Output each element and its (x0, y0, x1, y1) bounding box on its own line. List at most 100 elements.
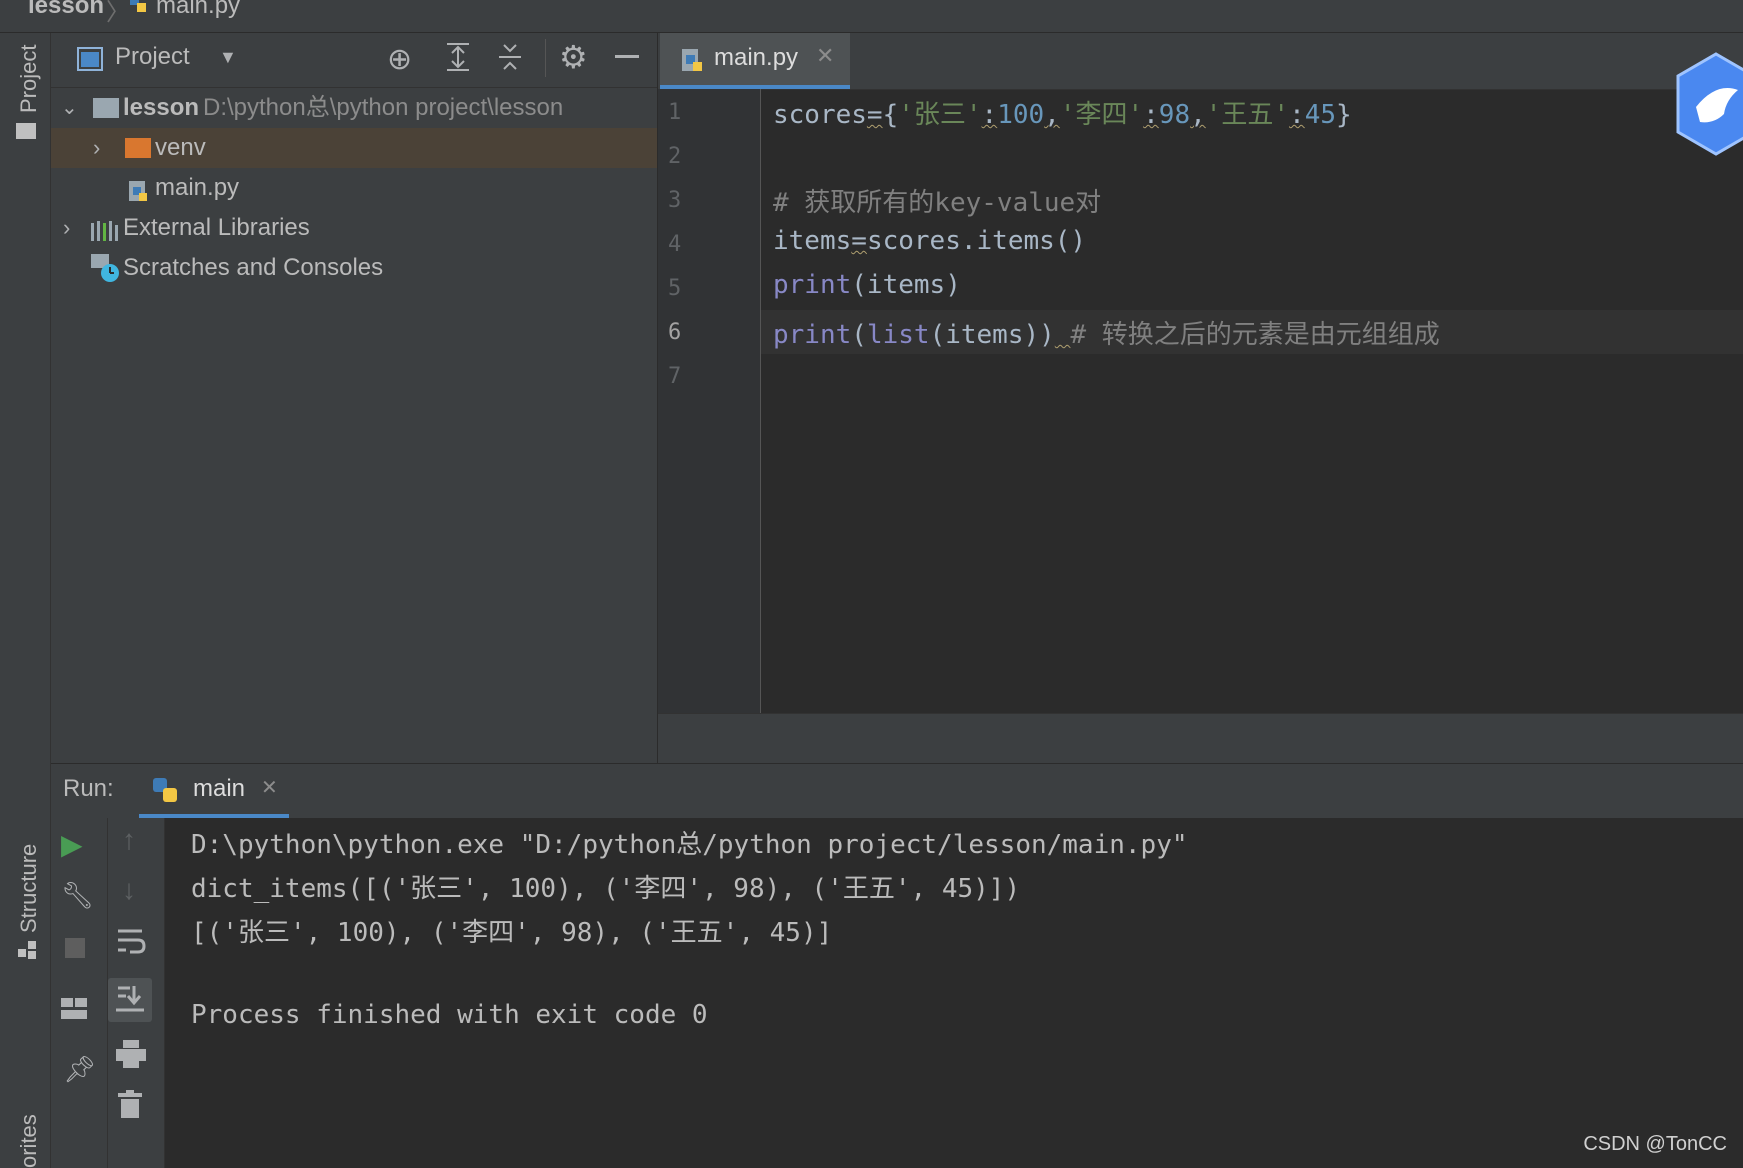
soft-wrap-icon[interactable] (116, 926, 146, 956)
run-tab-label[interactable]: main (193, 775, 245, 803)
watermark: CSDN @TonCC (1583, 1133, 1727, 1155)
tree-item-label: Scratches and Consoles (123, 254, 384, 281)
code-punct: : (981, 100, 998, 130)
code-identifier: scores (773, 100, 867, 130)
editor-tab-main-py[interactable]: main.py ✕ (660, 33, 850, 89)
python-icon (151, 776, 179, 804)
close-icon[interactable]: ✕ (816, 43, 834, 69)
rerun-icon[interactable]: ▶ (61, 828, 101, 868)
gear-icon[interactable]: ⚙ (559, 38, 588, 76)
code-builtin: print (773, 320, 852, 350)
code-string: '王五' (1205, 100, 1290, 130)
project-panel-header: Project ▼ ⊕ ⚙ (51, 33, 657, 88)
trash-icon[interactable] (118, 1090, 142, 1118)
chevron-right-icon[interactable]: › (93, 128, 100, 168)
structure-tool-tab[interactable]: Structure (16, 844, 42, 933)
code-comment: # 转换之后的元素是由元组组成 (1070, 320, 1440, 350)
code-punct: , (1044, 100, 1060, 130)
scroll-to-end-button[interactable] (108, 978, 152, 1022)
library-icon (91, 216, 119, 241)
tree-item-label: lesson (123, 94, 200, 121)
stop-icon[interactable] (65, 938, 85, 958)
tree-item-label: main.py (155, 174, 240, 201)
tree-item-scratches[interactable]: Scratches and Consoles (51, 248, 657, 288)
code-operator: = (851, 226, 867, 256)
tree-item-external-libraries[interactable]: › External Libraries (51, 208, 657, 248)
scratches-icon (91, 254, 121, 284)
line-number: 6 (668, 320, 682, 345)
assistant-bird-icon[interactable] (1676, 52, 1743, 162)
tree-item-path: D:\python总\python project\lesson (203, 94, 564, 121)
folder-icon (16, 123, 36, 139)
code-punct: : (1289, 100, 1305, 130)
code-punct: : (1143, 100, 1159, 130)
code-expression: (items)) (929, 320, 1055, 350)
hide-panel-icon[interactable] (615, 55, 639, 58)
line-number-gutter (658, 89, 761, 713)
run-panel-header: Run: main ✕ (51, 763, 1743, 819)
code-string: '张三' (898, 100, 982, 130)
tree-item-label: venv (155, 134, 206, 161)
line-number: 1 (668, 100, 682, 125)
chevron-down-icon[interactable]: ▼ (219, 47, 237, 68)
breadcrumb-project[interactable]: lesson (28, 0, 104, 20)
project-tool-tab[interactable]: Project (16, 45, 42, 113)
code-operator: = (866, 100, 883, 130)
code-identifier: items (773, 226, 852, 256)
favorites-tool-tab[interactable]: orites (16, 1114, 42, 1168)
chevron-right-icon[interactable]: › (63, 208, 70, 248)
line-number: 3 (668, 188, 682, 213)
pin-icon[interactable]: 📌︎ (63, 1054, 103, 1094)
code-line-6: print(list(items)) # 转换之后的元素是由元组组成 (773, 320, 1440, 350)
excluded-folder-icon (125, 138, 151, 158)
chevron-down-icon[interactable]: ⌄ (61, 88, 78, 128)
console-line: Process finished with exit code 0 (191, 1000, 708, 1030)
code-expression: (items) (851, 270, 961, 300)
console-line: dict_items([('张三', 100), ('李四', 98), ('王… (191, 874, 1021, 904)
collapse-all-icon[interactable] (497, 41, 523, 73)
code-builtin: print (773, 270, 852, 300)
arrow-down-icon[interactable]: ↓ (122, 874, 162, 914)
toolbar-divider (545, 39, 546, 77)
tree-item-lesson[interactable]: ⌄ lesson D:\python总\python project\lesso… (51, 88, 657, 128)
code-line-1: scores={'张三':100,'李四':98,'王五':45} (773, 100, 1352, 130)
tree-item-label: External Libraries (123, 214, 310, 241)
code-builtin: list (866, 320, 930, 350)
code-string: '李四' (1059, 100, 1144, 130)
python-file-icon (680, 47, 706, 73)
code-number: 45 (1304, 100, 1337, 130)
breadcrumb-separator: 〉 (106, 0, 130, 26)
locate-icon[interactable]: ⊕ (387, 42, 412, 77)
line-number: 7 (668, 364, 682, 389)
run-label: Run: (63, 775, 114, 802)
line-number: 4 (668, 232, 682, 257)
code-expression: scores.items() (866, 226, 1087, 256)
project-view-icon (77, 47, 103, 71)
code-line-3: # 获取所有的key-value对 (773, 188, 1102, 218)
expand-all-icon[interactable] (445, 41, 471, 73)
breadcrumb-file[interactable]: main.py (156, 0, 240, 20)
print-icon[interactable] (116, 1040, 146, 1068)
tree-item-venv[interactable]: › venv (51, 128, 657, 168)
arrow-up-icon[interactable]: ↑ (122, 824, 162, 864)
left-tool-strip: Project Structure orites (0, 33, 51, 1168)
tab-label: main.py (714, 44, 799, 71)
wrench-icon[interactable]: 🔧︎ (61, 880, 101, 920)
code-number: 98 (1158, 100, 1191, 130)
python-file-icon (127, 176, 151, 201)
console-line: D:\python\python.exe "D:/python总/python … (191, 830, 1188, 860)
folder-icon (93, 98, 119, 118)
project-view-label[interactable]: Project (115, 43, 190, 71)
structure-icon (18, 941, 36, 959)
editor-footer (658, 713, 1743, 764)
layout-icon[interactable] (61, 998, 87, 1020)
navigation-bar: lesson 〉 main.py (0, 0, 1743, 33)
code-editor[interactable] (658, 33, 1743, 763)
code-line-5: print(items) (773, 270, 961, 300)
tree-item-main-py[interactable]: main.py (51, 168, 657, 208)
close-icon[interactable]: ✕ (261, 775, 278, 800)
code-line-4: items=scores.items() (773, 226, 1086, 256)
console-line: [('张三', 100), ('李四', 98), ('王五', 45)] (191, 918, 833, 948)
line-number: 5 (668, 276, 682, 301)
